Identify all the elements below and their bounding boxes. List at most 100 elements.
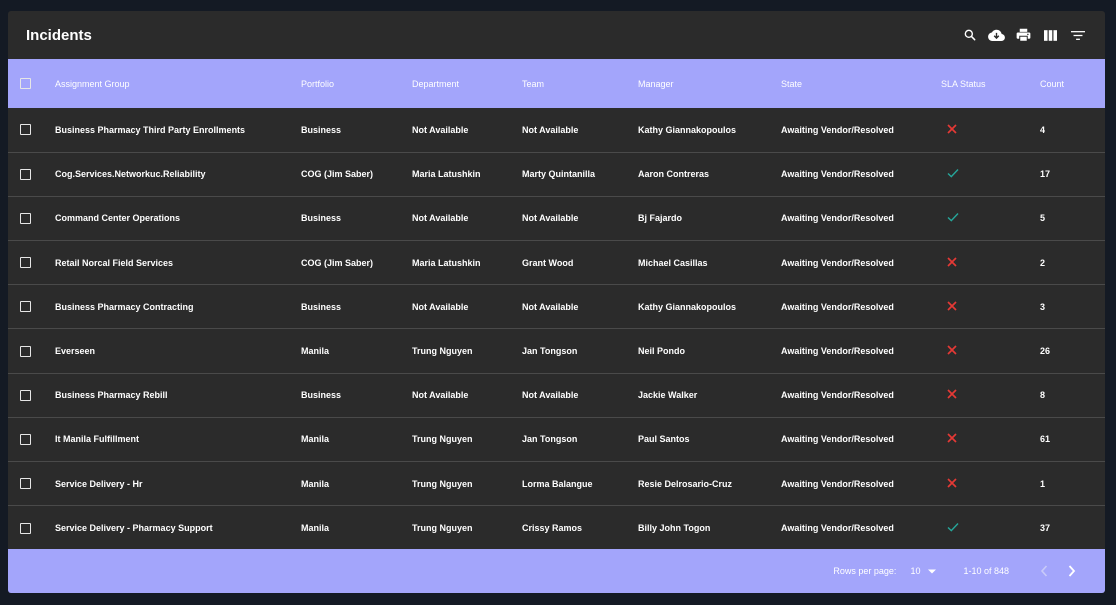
row-checkbox[interactable] — [20, 522, 31, 534]
cell-manager: Billy John Togon — [638, 523, 711, 534]
table-row[interactable]: Everseen Manila Trung Nguyen Jan Tongson… — [8, 329, 1105, 374]
cell-sla-status — [941, 108, 1040, 152]
cell-count: 3 — [1040, 301, 1046, 312]
column-header-sla-status[interactable]: SLA Status — [941, 59, 1040, 108]
cell-department: Maria Latushkin — [412, 169, 481, 180]
column-header-team[interactable]: Team — [522, 59, 638, 108]
cell-team: Jan Tongson — [522, 346, 578, 357]
row-checkbox[interactable] — [20, 478, 31, 490]
row-checkbox[interactable] — [20, 124, 31, 136]
cell-state: Awaiting Vendor/Resolved — [781, 346, 894, 357]
row-checkbox[interactable] — [20, 301, 31, 313]
cell-state: Awaiting Vendor/Resolved — [781, 523, 894, 534]
previous-page-button[interactable] — [1033, 560, 1055, 582]
cell-team: Not Available — [522, 390, 579, 401]
cell-team: Not Available — [522, 213, 579, 224]
cell-department: Maria Latushkin — [412, 257, 481, 268]
filter-list-icon[interactable] — [1064, 23, 1091, 47]
cell-team: Marty Quintanilla — [522, 169, 596, 180]
table-header-row: Assignment Group Portfolio Department Te… — [8, 59, 1105, 108]
cell-sla-status — [941, 462, 1040, 506]
view-column-icon[interactable] — [1037, 23, 1064, 47]
cell-portfolio: Manila — [301, 523, 330, 534]
close-icon — [947, 477, 957, 490]
cell-department: Not Available — [412, 390, 469, 401]
check-icon — [947, 213, 959, 224]
close-icon — [947, 389, 957, 401]
cell-assignment-group: Business Pharmacy Contracting — [55, 301, 194, 312]
cell-portfolio: Business — [301, 301, 342, 312]
row-checkbox[interactable] — [20, 345, 31, 357]
column-header-assignment-group[interactable]: Assignment Group — [55, 59, 301, 108]
rows-per-page-select[interactable]: 10 — [910, 566, 937, 576]
row-checkbox[interactable] — [20, 213, 31, 225]
cell-manager: Jackie Walker — [638, 390, 698, 401]
cell-manager: Resie Delrosario-Cruz — [638, 478, 733, 489]
print-icon[interactable] — [1010, 23, 1037, 47]
table-row[interactable]: It Manila Fulfillment Manila Trung Nguye… — [8, 417, 1105, 462]
cell-sla-status — [941, 417, 1040, 461]
cell-state: Awaiting Vendor/Resolved — [781, 257, 894, 268]
check-icon — [947, 169, 959, 180]
cell-count: 17 — [1040, 169, 1051, 180]
table-row[interactable]: Cog.Services.Networkuc.Reliability COG (… — [8, 152, 1105, 197]
cloud-download-icon[interactable] — [983, 23, 1010, 47]
cell-portfolio: Manila — [301, 346, 330, 357]
cell-department: Trung Nguyen — [412, 478, 473, 489]
rows-per-page-label: Rows per page: — [833, 566, 897, 576]
cell-team: Crissy Ramos — [522, 523, 583, 534]
row-checkbox[interactable] — [20, 433, 31, 445]
table-row[interactable]: Business Pharmacy Contracting Business N… — [8, 285, 1105, 329]
cell-assignment-group: Service Delivery - Pharmacy Support — [55, 523, 213, 534]
cell-state: Awaiting Vendor/Resolved — [781, 124, 894, 135]
column-header-state[interactable]: State — [781, 59, 941, 108]
cell-assignment-group: Cog.Services.Networkuc.Reliability — [55, 169, 206, 180]
cell-state: Awaiting Vendor/Resolved — [781, 213, 894, 224]
next-page-button[interactable] — [1061, 560, 1083, 582]
cell-state: Awaiting Vendor/Resolved — [781, 434, 894, 445]
cell-state: Awaiting Vendor/Resolved — [781, 478, 894, 489]
cell-count: 2 — [1040, 257, 1046, 268]
table-body: Business Pharmacy Third Party Enrollment… — [8, 108, 1105, 550]
table-row[interactable]: Retail Norcal Field Services COG (Jim Sa… — [8, 241, 1105, 285]
cell-sla-status — [941, 373, 1040, 417]
cell-count: 1 — [1040, 478, 1046, 489]
table-row[interactable]: Business Pharmacy Rebill Business Not Av… — [8, 373, 1105, 418]
column-header-department[interactable]: Department — [412, 59, 522, 108]
cell-count: 61 — [1040, 434, 1051, 445]
chevron-right-icon — [1068, 565, 1076, 577]
incidents-table: Assignment Group Portfolio Department Te… — [8, 59, 1105, 550]
cell-team: Lorma Balangue — [522, 478, 593, 489]
dropdown-arrow-icon — [928, 566, 937, 576]
cell-department: Trung Nguyen — [412, 434, 473, 445]
select-all-checkbox[interactable] — [20, 78, 31, 90]
cell-manager: Kathy Giannakopoulos — [638, 124, 737, 135]
check-icon — [947, 523, 959, 534]
rows-per-page-value: 10 — [910, 566, 921, 576]
toolbar-actions — [956, 23, 1091, 47]
close-icon — [947, 433, 957, 445]
cell-assignment-group: Service Delivery - Hr — [55, 478, 143, 489]
table-row[interactable]: Service Delivery - Hr Manila Trung Nguye… — [8, 462, 1105, 506]
page-title: Incidents — [26, 26, 92, 44]
row-checkbox[interactable] — [20, 389, 31, 401]
column-header-count[interactable]: Count — [1040, 59, 1105, 108]
cell-assignment-group: Business Pharmacy Rebill — [55, 390, 168, 401]
cell-department: Not Available — [412, 124, 469, 135]
cell-portfolio: Business — [301, 124, 342, 135]
table-row[interactable]: Business Pharmacy Third Party Enrollment… — [8, 108, 1105, 153]
search-icon[interactable] — [956, 23, 983, 47]
cell-manager: Aaron Contreras — [638, 169, 710, 180]
row-checkbox[interactable] — [20, 168, 31, 180]
cell-department: Not Available — [412, 301, 469, 312]
cell-department: Trung Nguyen — [412, 523, 473, 534]
cell-portfolio: Business — [301, 213, 342, 224]
row-checkbox[interactable] — [20, 257, 31, 269]
incidents-panel: Incidents Assignment Group Portfolio Dep… — [8, 11, 1105, 593]
column-header-portfolio[interactable]: Portfolio — [301, 59, 412, 108]
table-row[interactable]: Service Delivery - Pharmacy Support Mani… — [8, 506, 1105, 550]
cell-sla-status — [941, 196, 1040, 240]
column-header-manager[interactable]: Manager — [638, 59, 781, 108]
table-row[interactable]: Command Center Operations Business Not A… — [8, 196, 1105, 241]
cell-portfolio: COG (Jim Saber) — [301, 257, 374, 268]
